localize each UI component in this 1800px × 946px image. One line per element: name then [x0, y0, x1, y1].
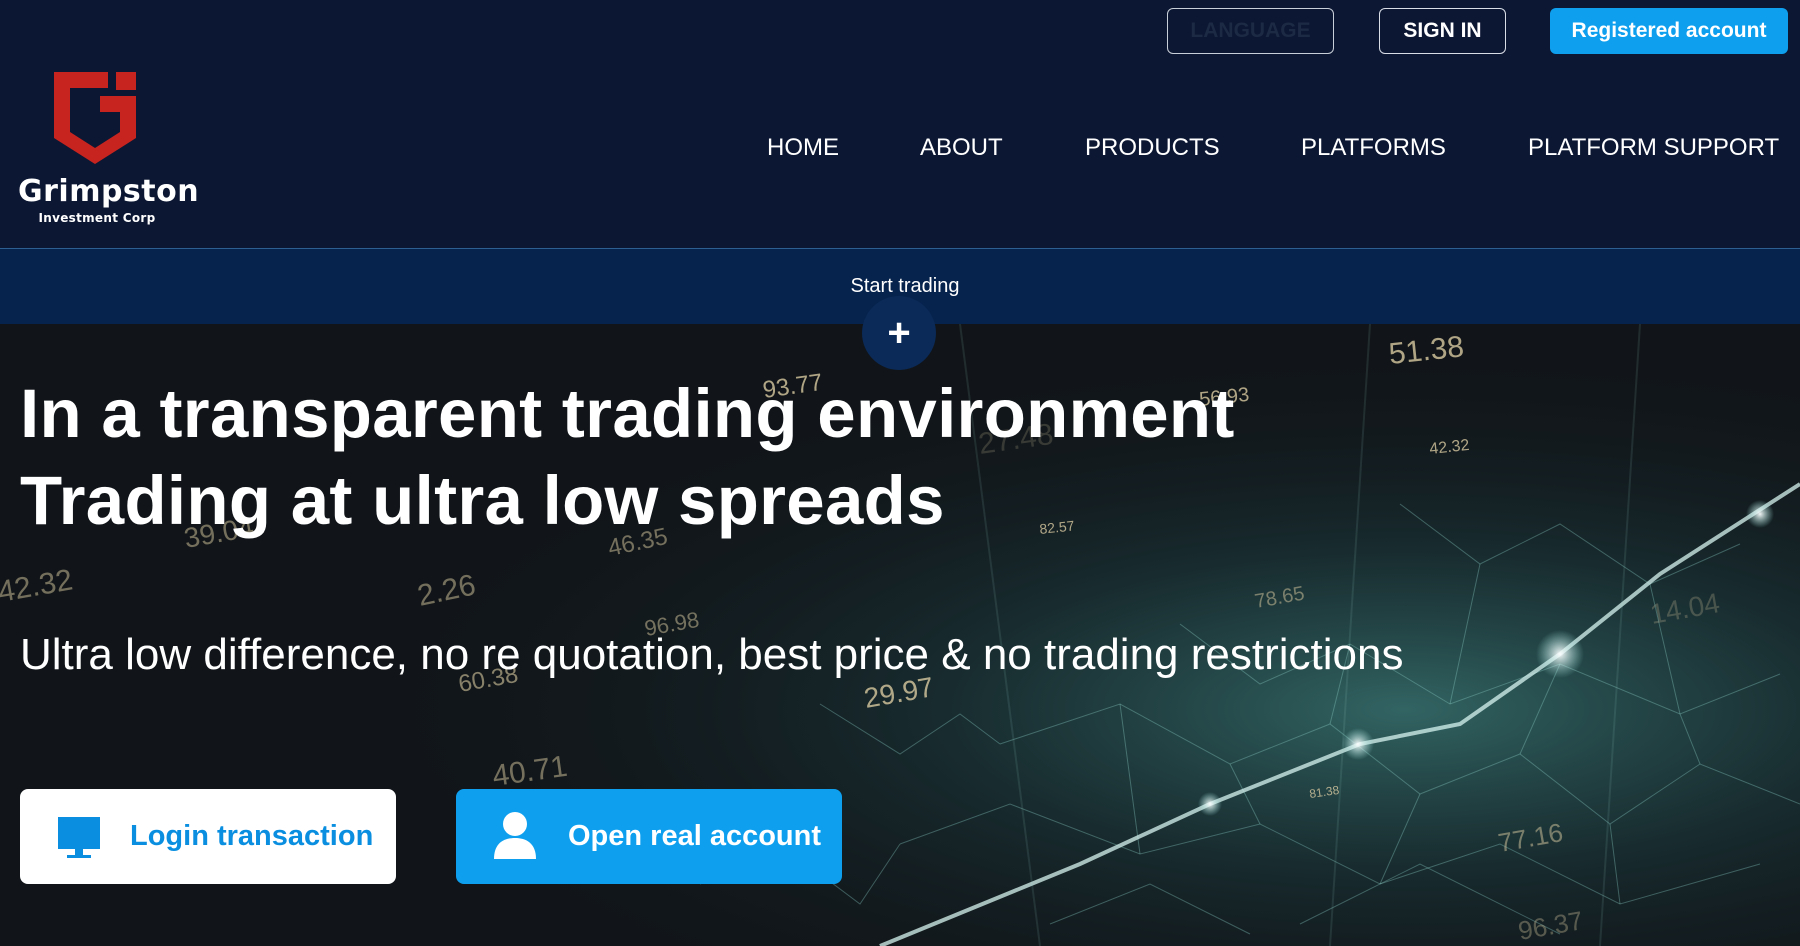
brand-name: Grimpston: [18, 174, 200, 209]
hero-title-line-1: In a transparent trading environment: [20, 375, 1235, 452]
nav-item-platform-support[interactable]: PLATFORM SUPPORT: [1528, 134, 1779, 162]
open-real-account-button[interactable]: Open real account: [456, 789, 842, 884]
shield-logo-icon: [54, 72, 136, 164]
plus-icon: +: [887, 310, 911, 355]
start-trading-label: Start trading: [850, 275, 960, 297]
hero-title-line-2: Trading at ultra low spreads: [20, 462, 945, 539]
brand-logo[interactable]: Grimpston Investment Corp: [18, 68, 200, 228]
hero-banner: 93.77 51.38 56.93 42.32 82.57 78.65 39.0…: [0, 324, 1800, 946]
register-account-button[interactable]: Registered account: [1550, 8, 1788, 54]
language-button[interactable]: LANGUAGE: [1167, 8, 1334, 54]
user-icon: [494, 812, 536, 859]
expand-toggle-button[interactable]: +: [862, 296, 936, 370]
monitor-icon: [58, 817, 100, 858]
sign-in-button[interactable]: SIGN IN: [1379, 8, 1506, 54]
nav-item-products[interactable]: PRODUCTS: [1085, 134, 1220, 162]
open-real-account-label: Open real account: [568, 820, 822, 852]
login-transaction-label: Login transaction: [130, 820, 374, 852]
login-transaction-button[interactable]: Login transaction: [20, 789, 396, 884]
nav-item-home[interactable]: HOME: [767, 134, 839, 162]
brand-tagline: Investment Corp: [38, 211, 156, 225]
nav-item-platforms[interactable]: PLATFORMS: [1301, 134, 1446, 162]
nav-item-about[interactable]: ABOUT: [920, 134, 1003, 162]
hero-subtitle: Ultra low difference, no re quotation, b…: [20, 630, 1404, 679]
site-header: Grimpston Investment Corp LANGUAGE SIGN …: [0, 0, 1800, 249]
